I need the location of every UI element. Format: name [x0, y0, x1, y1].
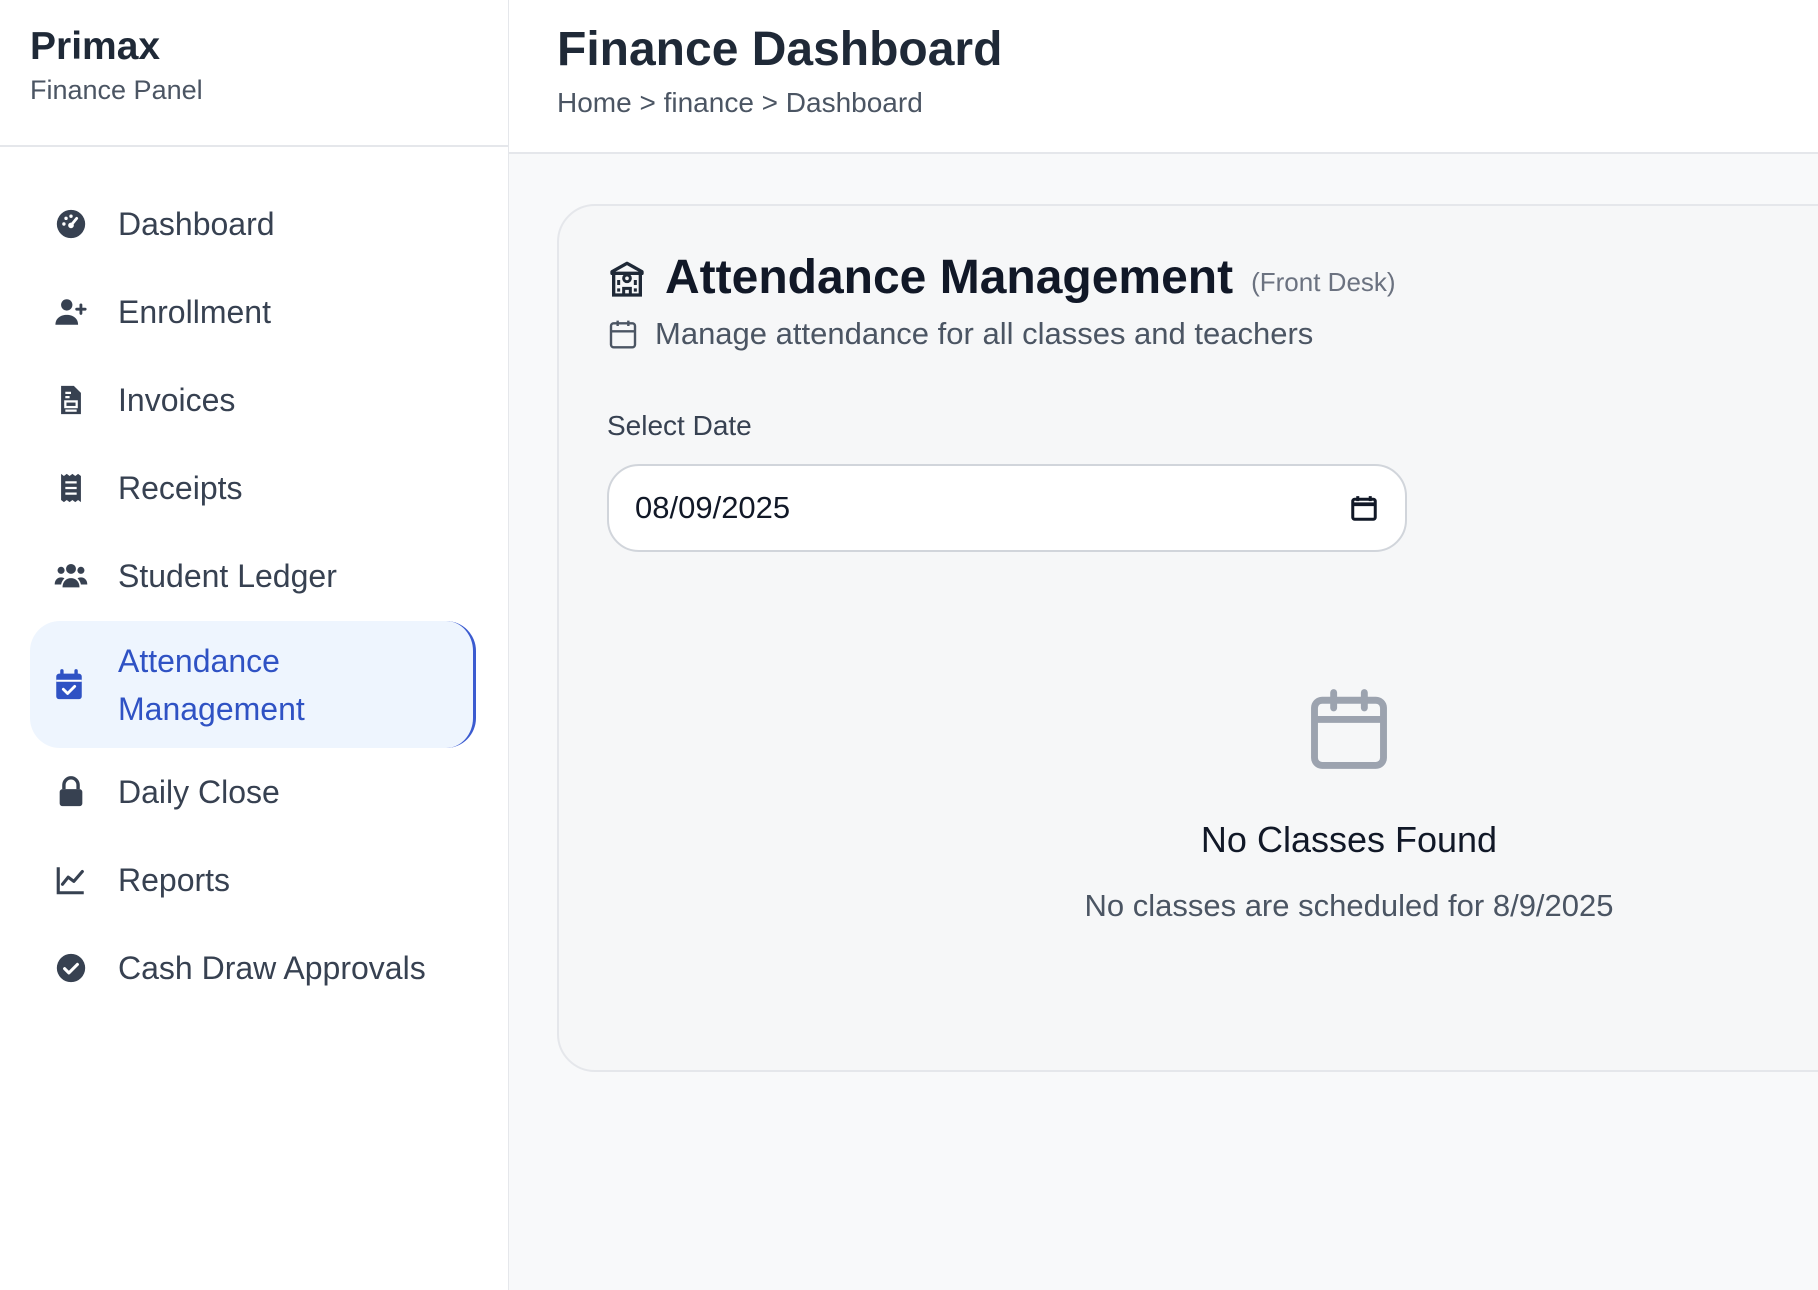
date-value: 08/09/2025: [635, 490, 791, 525]
sidebar-item-student-ledger[interactable]: Student Ledger: [30, 544, 476, 608]
calendar-icon: [607, 318, 639, 350]
sidebar-item-label: Student Ledger: [118, 558, 337, 594]
card-subtitle-text: Manage attendance for all classes and te…: [655, 316, 1314, 351]
page-title: Finance Dashboard: [557, 23, 1003, 76]
card-tag: (Front Desk): [1251, 267, 1396, 297]
card-header: Attendance Management (Front Desk): [607, 250, 1396, 306]
calendar-picker-icon[interactable]: [1349, 492, 1379, 524]
lock-icon: [52, 773, 90, 811]
date-input[interactable]: 08/09/2025: [607, 464, 1407, 552]
users-icon: [52, 557, 90, 595]
sidebar-item-reports[interactable]: Reports: [30, 848, 476, 912]
sidebar-item-enrollment[interactable]: Enrollment: [30, 280, 476, 344]
sidebar-item-label: Cash Draw Approvals: [118, 950, 426, 986]
check-circle-icon: [52, 949, 90, 987]
user-plus-icon: [52, 293, 90, 331]
card-subtitle: Manage attendance for all classes and te…: [607, 314, 1313, 354]
top-header: Finance Dashboard Home > finance > Dashb…: [509, 0, 1818, 154]
brand-name: Primax: [30, 25, 161, 68]
chart-line-icon: [52, 861, 90, 899]
sidebar-item-label: Reports: [118, 862, 231, 898]
sidebar-item-receipts[interactable]: Receipts: [30, 456, 476, 520]
calendar-check-icon: [50, 666, 88, 704]
sidebar-item-label: Dashboard: [118, 206, 275, 242]
gauge-icon: [52, 205, 90, 243]
empty-text: No classes are scheduled for 8/9/2025: [1084, 888, 1614, 923]
empty-state: No Classes Found No classes are schedule…: [999, 682, 1699, 926]
sidebar-item-attendance-management[interactable]: Attendance Management: [30, 621, 476, 748]
sidebar-item-label: Invoices: [118, 382, 236, 418]
sidebar-item-label: Receipts: [118, 470, 243, 506]
calendar-empty-icon: [1303, 682, 1395, 776]
invoice-icon: [52, 381, 90, 419]
brand-subtitle: Finance Panel: [30, 75, 203, 105]
sidebar-item-invoices[interactable]: Invoices: [30, 368, 476, 432]
sidebar-item-dashboard[interactable]: Dashboard: [30, 192, 476, 256]
sidebar: Primax Finance Panel Dashboard Enrollmen…: [0, 0, 509, 1290]
sidebar-item-label: Enrollment: [118, 294, 271, 330]
empty-title: No Classes Found: [1200, 819, 1498, 860]
card-title: Attendance Management: [665, 251, 1234, 304]
date-label: Select Date: [607, 410, 752, 441]
sidebar-item-label: Attendance Management: [118, 642, 305, 727]
sidebar-item-label: Daily Close: [118, 774, 280, 810]
school-icon: [607, 260, 647, 300]
breadcrumb: Home > finance > Dashboard: [557, 87, 923, 118]
attendance-card: Attendance Management (Front Desk) Manag…: [557, 204, 1818, 1072]
sidebar-item-cash-draw-approvals[interactable]: Cash Draw Approvals: [30, 936, 476, 1000]
receipt-icon: [52, 469, 90, 507]
sidebar-item-daily-close[interactable]: Daily Close: [30, 760, 476, 824]
brand: Primax Finance Panel: [0, 0, 508, 147]
